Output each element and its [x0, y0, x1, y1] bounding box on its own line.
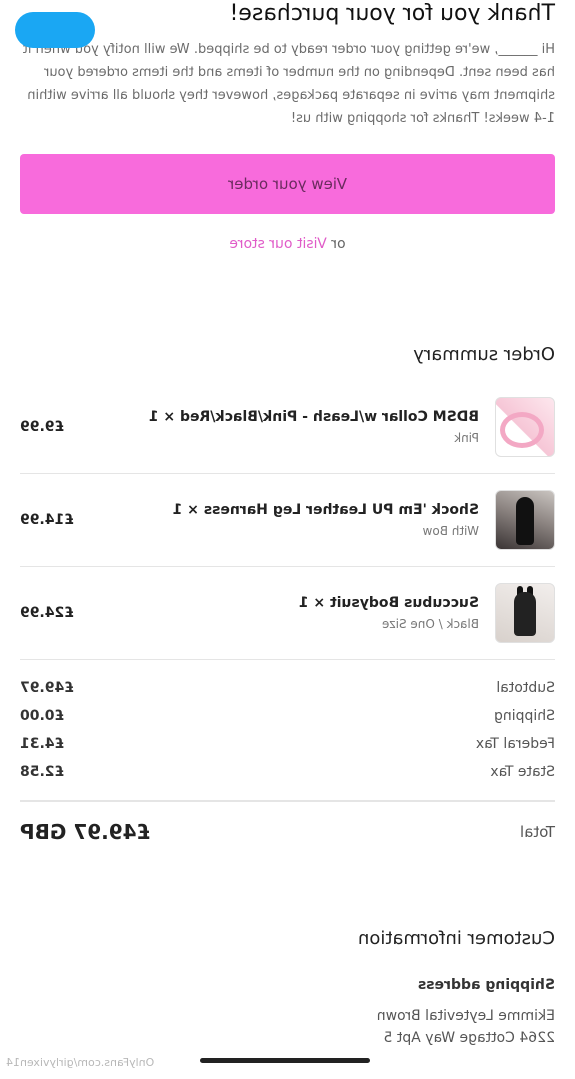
- watermark: OnlyFans.com/girlyvixen14: [6, 1056, 155, 1069]
- shipping-address-heading: Shipping address: [417, 977, 555, 993]
- item-variant: Pink: [454, 431, 479, 445]
- item-variant: With Bow: [422, 524, 479, 538]
- state-tax-value: £2.58: [20, 764, 65, 780]
- subtotal-label: Subtotal: [496, 680, 555, 696]
- federal-tax-row: Federal Tax £4.31: [20, 736, 555, 764]
- customer-info-title: Customer information: [357, 928, 555, 949]
- total-value: £49.97 GBP: [20, 820, 151, 844]
- item-name: Shock 'Em PU Leather Leg Harness × 1: [172, 502, 480, 518]
- list-item: Succubus Bodysuit × 1 Black / One Size £…: [20, 567, 555, 659]
- customer-street: 2264 Cottage Way Apt 5: [383, 1030, 556, 1046]
- product-image-harness: [495, 490, 555, 550]
- item-price: £14.99: [20, 512, 75, 528]
- visit-store-line: or Visit our store: [20, 236, 555, 252]
- shipping-label: Shipping: [493, 708, 555, 724]
- item-name: Succubus Bodysuit × 1: [298, 595, 479, 611]
- subtotal-row: Subtotal £49.97: [20, 680, 555, 708]
- item-variant: Black / One Size: [381, 617, 479, 631]
- federal-tax-value: £4.31: [20, 736, 65, 752]
- shipping-address: Ekimme Leytevital Brown 2264 Cottage Way…: [20, 1005, 555, 1049]
- confirmation-message: Hi ______, we're getting your order read…: [22, 42, 555, 126]
- total-label: Total: [519, 823, 555, 841]
- page-title: Thank you for your purchase!: [229, 1, 555, 26]
- visit-store-link[interactable]: Visit our store: [229, 236, 326, 252]
- total-row: Total £49.97 GBP: [20, 800, 555, 844]
- order-totals: Subtotal £49.97 Shipping £0.00 Federal T…: [20, 659, 555, 844]
- list-item: BDSM Collar w/Leash - Pink/Black/Red × 1…: [20, 381, 555, 474]
- federal-tax-label: Federal Tax: [475, 736, 555, 752]
- home-indicator[interactable]: [200, 1058, 370, 1063]
- list-item: Shock 'Em PU Leather Leg Harness × 1 Wit…: [20, 474, 555, 567]
- product-image-collar: [495, 397, 555, 457]
- order-summary-title: Order summary: [413, 344, 555, 365]
- view-order-button[interactable]: View your order: [20, 154, 555, 214]
- state-tax-row: State Tax £2.58: [20, 764, 555, 792]
- redaction-blob: [15, 12, 95, 48]
- or-text: or: [331, 236, 346, 252]
- order-items: BDSM Collar w/Leash - Pink/Black/Red × 1…: [20, 381, 555, 659]
- shipping-row: Shipping £0.00: [20, 708, 555, 736]
- order-confirmation-page: Thank you for your purchase! Hi ______, …: [0, 0, 575, 1079]
- state-tax-label: State Tax: [490, 764, 555, 780]
- subtotal-value: £49.97: [20, 680, 75, 696]
- item-name: BDSM Collar w/Leash - Pink/Black/Red × 1: [148, 409, 479, 425]
- item-price: £9.99: [20, 419, 65, 435]
- shipping-value: £0.00: [20, 708, 65, 724]
- item-price: £24.99: [20, 605, 75, 621]
- customer-name: Ekimme Leytevital Brown: [376, 1008, 555, 1024]
- product-image-bodysuit: [495, 583, 555, 643]
